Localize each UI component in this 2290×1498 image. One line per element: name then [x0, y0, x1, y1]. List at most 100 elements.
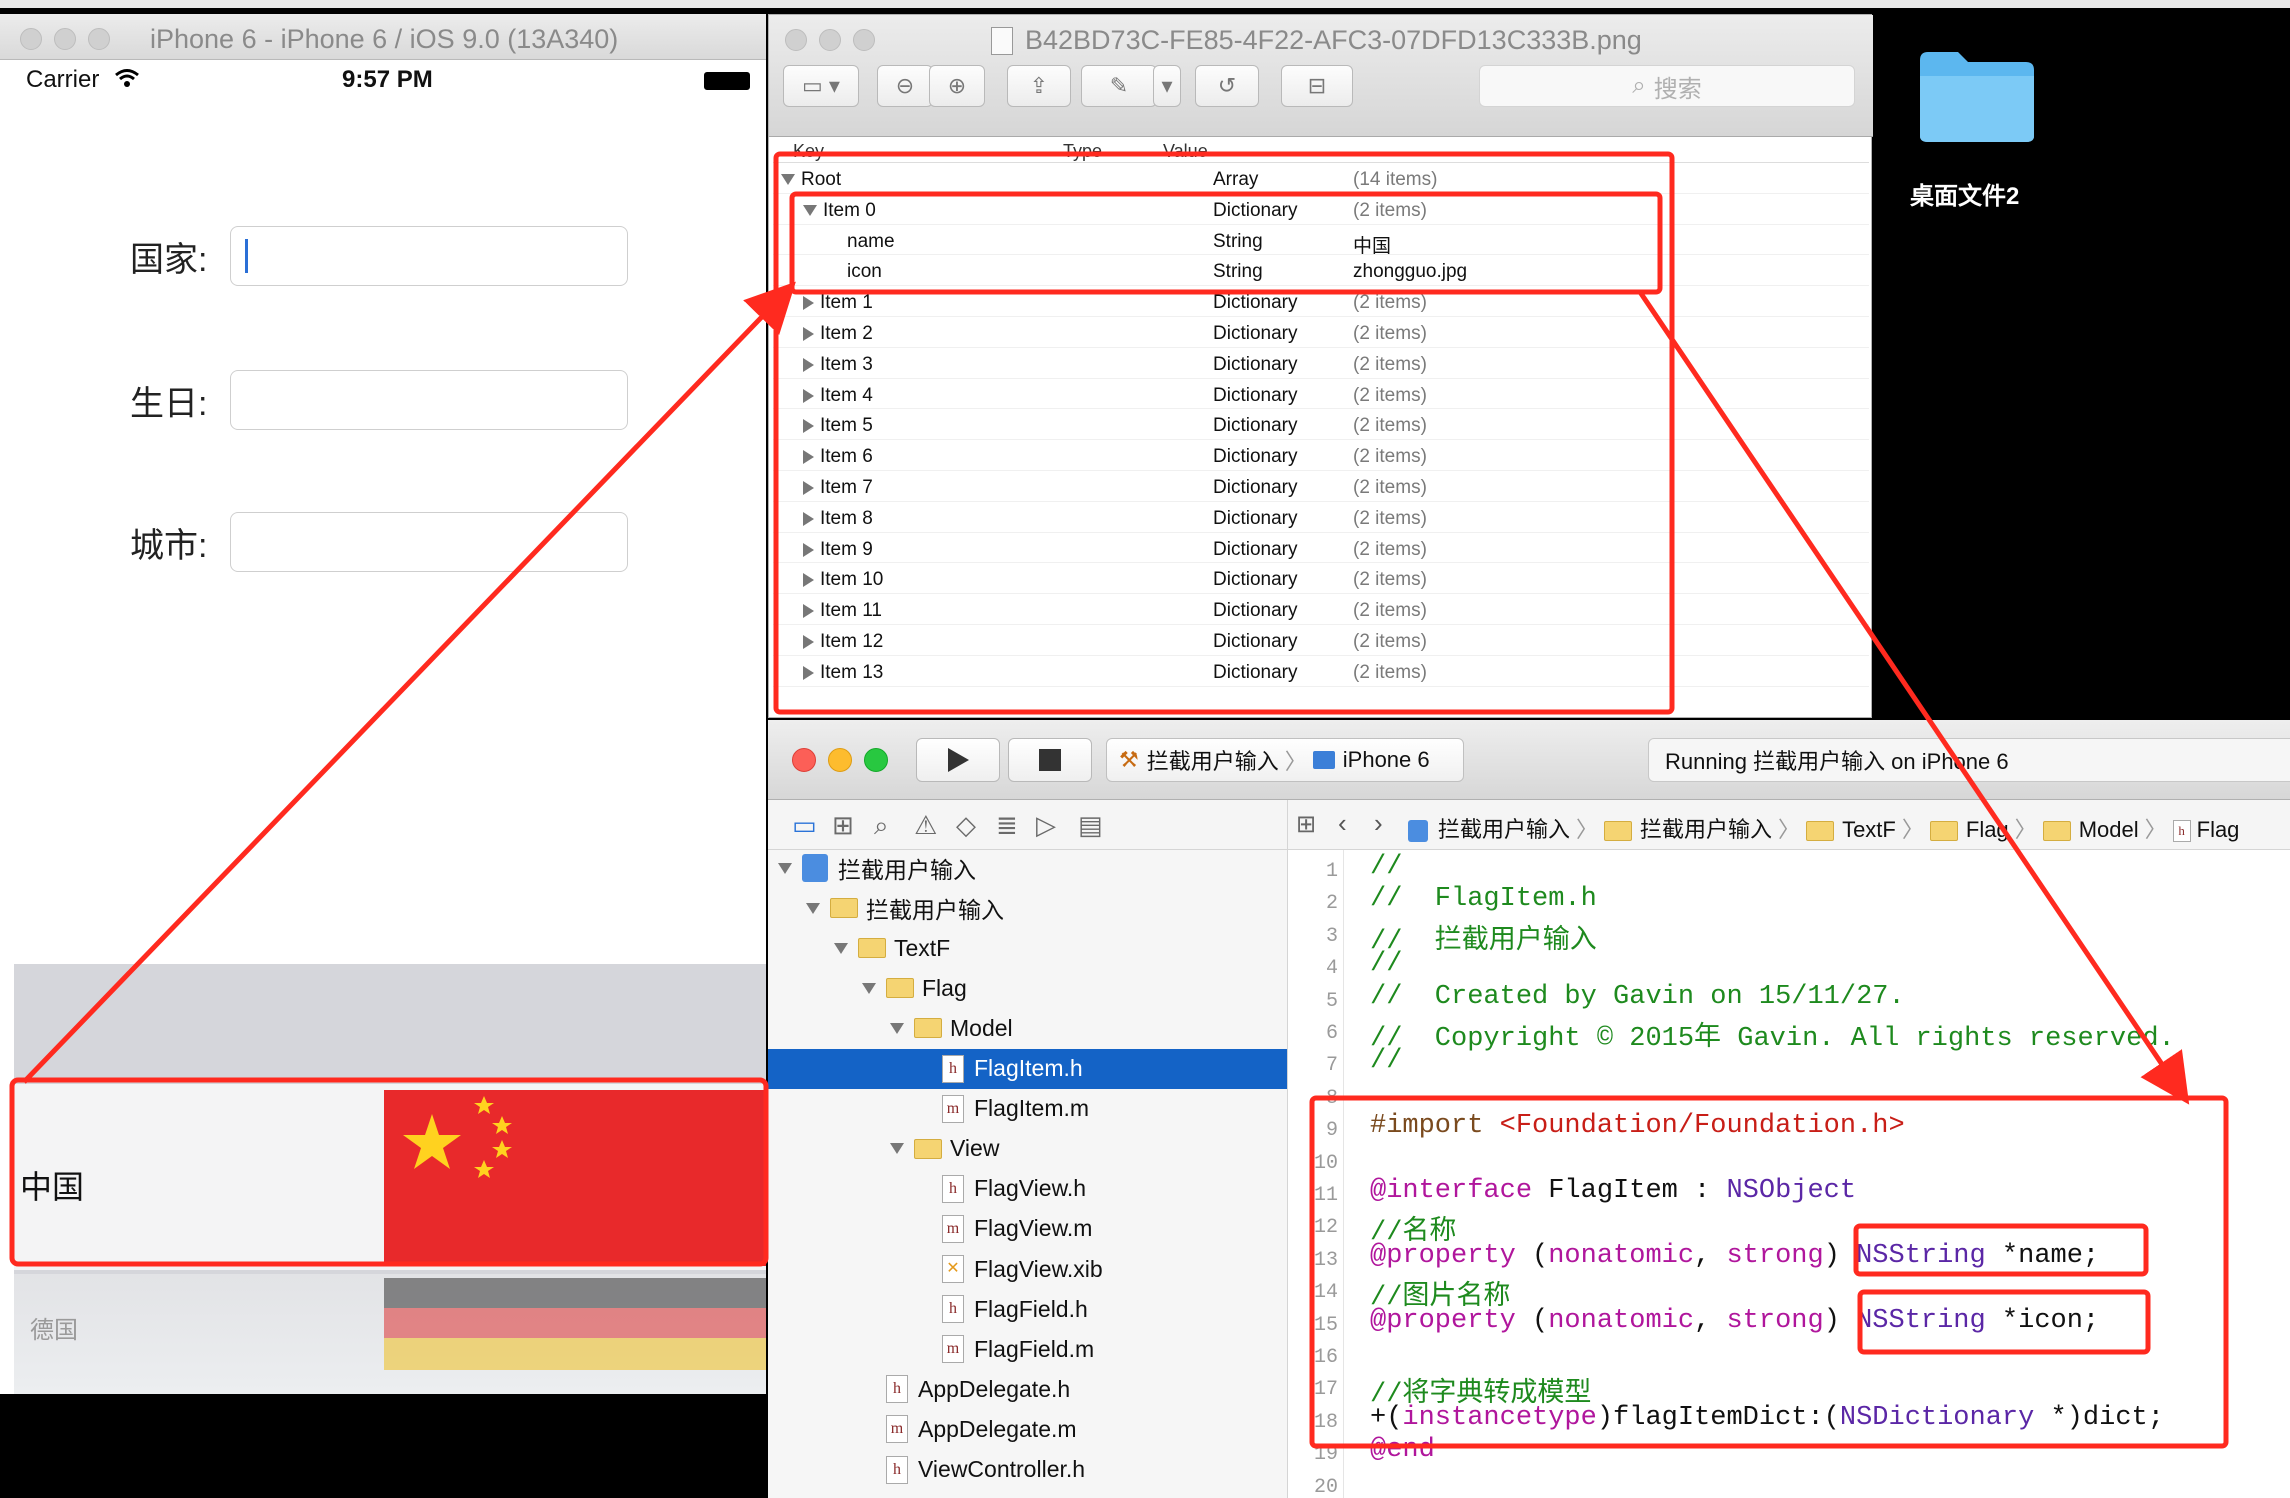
disclosure-open-icon[interactable]	[806, 902, 820, 914]
code-line[interactable]: +(instancetype)flagItemDict:(NSDictionar…	[1370, 1403, 2164, 1433]
navigator-item[interactable]: Flag	[768, 968, 1287, 1008]
disclosure-closed-icon[interactable]	[803, 573, 814, 588]
plist-row[interactable]: Item 13 Dictionary (2 items)	[773, 656, 1869, 687]
code-line[interactable]: @interface FlagItem : NSObject	[1370, 1176, 1856, 1206]
disclosure-closed-icon[interactable]	[803, 634, 814, 649]
code-line[interactable]: // 拦截用户输入	[1370, 917, 1597, 957]
disclosure-closed-icon[interactable]	[803, 450, 814, 465]
key-column-header[interactable]: Key	[793, 141, 824, 162]
code-line[interactable]: @property (nonatomic, strong) NSString *…	[1370, 1241, 2099, 1271]
city-field[interactable]	[230, 512, 628, 572]
code-line[interactable]: // FlagItem.h	[1370, 884, 1597, 914]
debug-navigator-icon[interactable]: ≣	[996, 810, 1018, 841]
close-button[interactable]	[785, 29, 807, 51]
plist-row[interactable]: Item 8 Dictionary (2 items)	[773, 502, 1869, 533]
disclosure-closed-icon[interactable]	[803, 326, 814, 341]
navigator-item[interactable]: h FlagField.h	[768, 1289, 1287, 1329]
plist-row[interactable]: Item 10 Dictionary (2 items)	[773, 563, 1869, 595]
jump-bar-item[interactable]: Flag	[1966, 817, 2009, 842]
related-items-icon[interactable]: ⊞	[1296, 810, 1316, 839]
disclosure-open-icon[interactable]	[890, 1022, 904, 1034]
test-navigator-icon[interactable]: ◇	[956, 810, 976, 841]
plist-row[interactable]: Item 6 Dictionary (2 items)	[773, 440, 1869, 471]
plist-row[interactable]: Item 0 Dictionary (2 items)	[773, 194, 1869, 225]
disclosure-open-icon[interactable]	[803, 205, 817, 217]
code-line[interactable]: // Created by Gavin on 15/11/27.	[1370, 982, 1905, 1012]
navigator-item[interactable]: TextF	[768, 928, 1287, 968]
navigator-item[interactable]: m FlagItem.m	[768, 1089, 1287, 1129]
picker-row-selected[interactable]: 中国	[14, 1084, 766, 1270]
close-button[interactable]	[20, 28, 42, 50]
back-arrow-icon[interactable]: ‹	[1338, 808, 1347, 839]
plist-row[interactable]: Root Array (14 items)	[773, 163, 1869, 194]
birthday-field[interactable]	[230, 370, 628, 430]
plist-row[interactable]: Item 11 Dictionary (2 items)	[773, 594, 1869, 625]
minimize-button[interactable]	[828, 748, 852, 772]
navigator-item[interactable]: h FlagItem.h	[768, 1048, 1287, 1089]
desktop-folder-icon[interactable]	[1918, 46, 2036, 144]
value-column-header[interactable]: Value	[1163, 141, 1208, 162]
find-navigator-icon[interactable]: ⌕	[874, 810, 889, 842]
disclosure-closed-icon[interactable]	[803, 665, 814, 680]
picker-row-next[interactable]: 德国	[14, 1274, 766, 1394]
markup-menu-icon[interactable]: ▾	[1153, 65, 1181, 107]
minimize-button[interactable]	[54, 28, 76, 50]
navigator-item[interactable]: h FlagView.h	[768, 1169, 1287, 1209]
project-navigator-icon[interactable]: ▭	[792, 810, 817, 841]
jump-bar-item[interactable]: 拦截用户输入	[1640, 817, 1772, 842]
share-icon[interactable]: ⇪	[1007, 65, 1071, 107]
code-line[interactable]: @property (nonatomic, strong) NSString *…	[1370, 1306, 2099, 1336]
disclosure-open-icon[interactable]	[834, 942, 848, 954]
zoom-button[interactable]	[864, 748, 888, 772]
plist-row[interactable]: Item 1 Dictionary (2 items)	[773, 286, 1869, 317]
code-line[interactable]: @end	[1370, 1435, 1435, 1465]
disclosure-closed-icon[interactable]	[803, 357, 814, 372]
scheme-selector[interactable]: ⚒ 拦截用户输入 〉 iPhone 6	[1106, 738, 1464, 782]
disclosure-closed-icon[interactable]	[803, 542, 814, 557]
symbol-navigator-icon[interactable]: ⊞	[832, 810, 854, 841]
plist-row[interactable]: Item 5 Dictionary (2 items)	[773, 409, 1869, 441]
disclosure-open-icon[interactable]	[890, 1143, 904, 1155]
run-button[interactable]	[916, 738, 1000, 782]
sidebar-toggle-button[interactable]: ▭ ▾	[783, 65, 859, 107]
search-field[interactable]: ⌕ 搜索	[1479, 65, 1855, 107]
code-line[interactable]: //	[1370, 852, 1402, 882]
forward-arrow-icon[interactable]: ›	[1374, 808, 1383, 839]
close-button[interactable]	[792, 748, 816, 772]
code-line[interactable]: //	[1370, 1046, 1402, 1076]
desktop-folder-label[interactable]: 桌面文件2	[1910, 176, 2019, 211]
disclosure-closed-icon[interactable]	[803, 388, 814, 403]
jump-bar-item[interactable]: Model	[2079, 817, 2139, 842]
disclosure-open-icon[interactable]	[862, 982, 876, 994]
code-line[interactable]: //	[1370, 949, 1402, 979]
plist-row[interactable]: Item 9 Dictionary (2 items)	[773, 533, 1869, 564]
issue-navigator-icon[interactable]: ⚠	[914, 810, 937, 841]
plist-row[interactable]: icon String zhongguo.jpg	[773, 255, 1869, 287]
disclosure-closed-icon[interactable]	[803, 480, 814, 495]
navigator-item[interactable]: m FlagView.m	[768, 1209, 1287, 1249]
navigator-item[interactable]: m AppDelegate.m	[768, 1409, 1287, 1449]
plist-row[interactable]: Item 7 Dictionary (2 items)	[773, 471, 1869, 502]
navigator-item[interactable]: h AppDelegate.h	[768, 1369, 1287, 1409]
navigator-item[interactable]: 拦截用户输入	[768, 850, 1287, 888]
stop-button[interactable]	[1008, 738, 1092, 782]
navigator-item[interactable]: Model	[768, 1008, 1287, 1048]
markup-icon[interactable]: ✎	[1081, 65, 1157, 107]
report-navigator-icon[interactable]: ▤	[1078, 810, 1103, 841]
zoom-out-icon[interactable]: ⊖	[877, 65, 933, 107]
disclosure-closed-icon[interactable]	[803, 604, 814, 619]
disclosure-closed-icon[interactable]	[803, 511, 814, 526]
zoom-in-icon[interactable]: ⊕	[929, 65, 985, 107]
navigator-item[interactable]: View	[768, 1129, 1287, 1169]
toolbox-icon[interactable]: ⊟	[1281, 65, 1353, 107]
navigator-item[interactable]: m FlagField.m	[768, 1329, 1287, 1369]
jump-bar-item[interactable]: 拦截用户输入	[1438, 817, 1570, 842]
plist-row[interactable]: name String 中国	[773, 225, 1869, 257]
disclosure-closed-icon[interactable]	[803, 296, 814, 311]
navigator-item[interactable]: h ViewController.h	[768, 1450, 1287, 1490]
plist-row[interactable]: Item 4 Dictionary (2 items)	[773, 379, 1869, 410]
zoom-button[interactable]	[88, 28, 110, 50]
source-editor[interactable]: 1 2 3 4 5 6 7 8 9 10 11 12 13 14 15 16 17 18 19 20 //// Fla…	[1288, 850, 2290, 1498]
disclosure-open-icon[interactable]	[781, 174, 795, 186]
navigator-item[interactable]: ✕ FlagView.xib	[768, 1249, 1287, 1289]
